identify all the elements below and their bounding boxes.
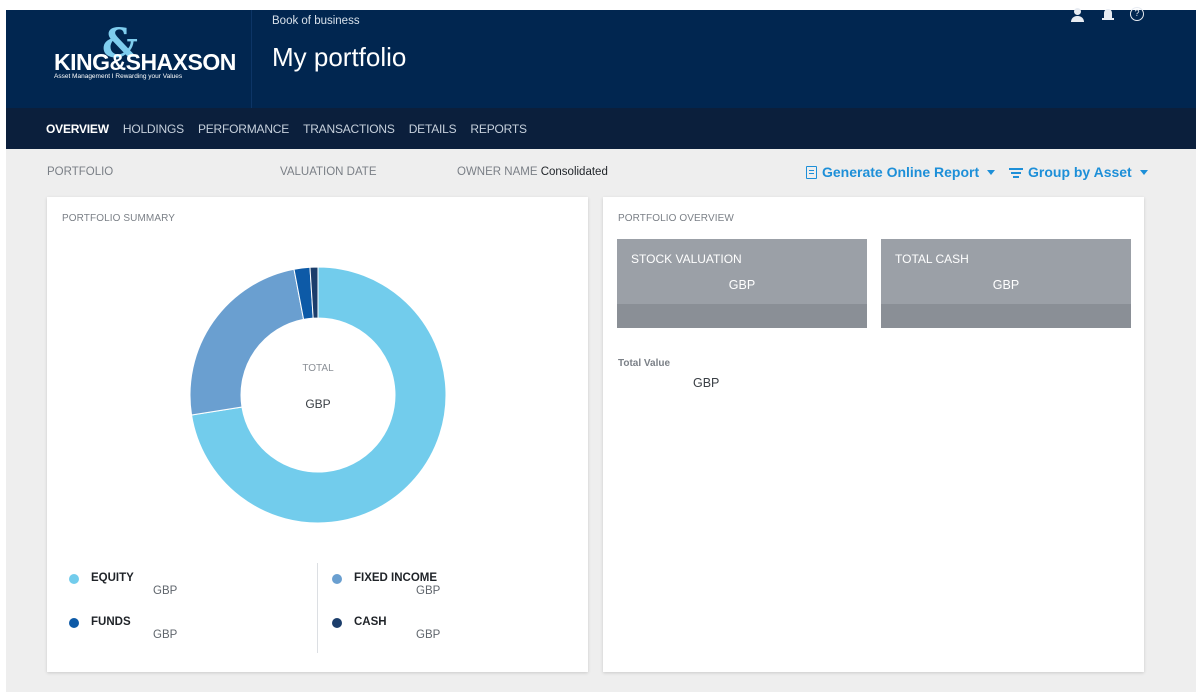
donut-slices [189,266,447,524]
portfolio-summary-card: PORTFOLIO SUMMARY TOTAL GBP EQUITY GBP F… [47,197,588,672]
user-icon[interactable] [1070,8,1086,22]
legend-dot [69,618,79,628]
legend-label: CASH [354,616,387,628]
tab-performance[interactable]: PERFORMANCE [198,122,289,136]
stat-label: TOTAL CASH [895,252,969,266]
valuation-date-label[interactable]: VALUATION DATE [280,166,377,178]
tab-details[interactable]: DETAILS [409,122,457,136]
tab-transactions[interactable]: TRANSACTIONS [303,122,395,136]
legend-dot [69,574,79,584]
logo-text: KING&SHAXSON [54,49,236,75]
filter-bar: PORTFOLIO VALUATION DATE OWNER NAME Cons… [6,149,1196,195]
legend-label: FIXED INCOME [354,572,438,584]
legend-label: EQUITY [91,572,134,584]
donut-center-value: GBP [305,397,330,411]
legend-value: GBP [416,629,441,641]
portfolio-label[interactable]: PORTFOLIO [47,166,113,178]
total-value-currency: GBP [693,376,720,390]
logo[interactable]: & KING&SHAXSON Asset Management I Reward… [6,10,252,108]
chevron-down-icon [1139,169,1148,175]
tab-holdings[interactable]: HOLDINGS [123,122,184,136]
tab-overview[interactable]: OVERVIEW [46,122,109,136]
legend-label: FUNDS [91,616,131,628]
legend-value: GBP [153,629,178,641]
generate-report-button[interactable]: Generate Online Report [806,164,996,180]
legend-item-fixed-income[interactable]: FIXED INCOME GBP [332,572,440,597]
group-by-button[interactable]: Group by Asset [1009,164,1148,180]
legend-item-equity[interactable]: EQUITY GBP [69,572,177,597]
logo-tagline: Asset Management I Rewarding your Values [54,73,183,80]
stat-footer [881,304,1131,328]
card-title: PORTFOLIO OVERVIEW [618,213,734,224]
stat-label: STOCK VALUATION [631,252,742,266]
group-by-label: Group by Asset [1028,164,1132,180]
stat-value: GBP [728,278,756,292]
generate-report-label: Generate Online Report [822,164,980,180]
owner-name-label: OWNER NAME [457,166,538,178]
legend-value: GBP [153,585,178,597]
app-header: & KING&SHAXSON Asset Management I Reward… [6,7,1196,108]
stock-valuation-tile[interactable]: STOCK VALUATION GBP [617,239,867,328]
header-icons: ? [1070,7,1144,24]
tab-reports[interactable]: REPORTS [470,122,527,136]
owner-name-value: Consolidated [540,166,608,178]
breadcrumb[interactable]: Book of business [272,15,360,27]
donut-chart: TOTAL GBP [189,266,447,524]
legend-dot [332,574,342,584]
app-frame: & KING&SHAXSON Asset Management I Reward… [6,7,1196,692]
legend-dot [332,618,342,628]
donut-center-label: TOTAL [302,363,334,374]
owner-name-filter[interactable]: OWNER NAME Consolidated [457,166,608,178]
portfolio-overview-card: PORTFOLIO OVERVIEW STOCK VALUATION GBP T… [603,197,1144,672]
document-icon [806,165,817,179]
bell-icon[interactable] [1100,9,1116,22]
stat-footer [617,304,867,328]
total-value-label: Total Value [618,358,671,369]
page-title: My portfolio [272,42,407,72]
legend-divider [317,563,318,653]
filter-icon [1009,167,1023,178]
chevron-down-icon [987,169,996,175]
help-icon[interactable]: ? [1130,7,1144,21]
total-cash-tile[interactable]: TOTAL CASH GBP [881,239,1131,328]
donut-slice-fixed-income[interactable] [189,268,305,416]
stat-value: GBP [992,278,1020,292]
legend-item-funds[interactable]: FUNDS GBP [69,616,177,641]
nav-tabs: OVERVIEW HOLDINGS PERFORMANCE TRANSACTIO… [6,108,1196,149]
legend-value: GBP [416,585,441,597]
legend-item-cash[interactable]: CASH GBP [332,616,440,641]
